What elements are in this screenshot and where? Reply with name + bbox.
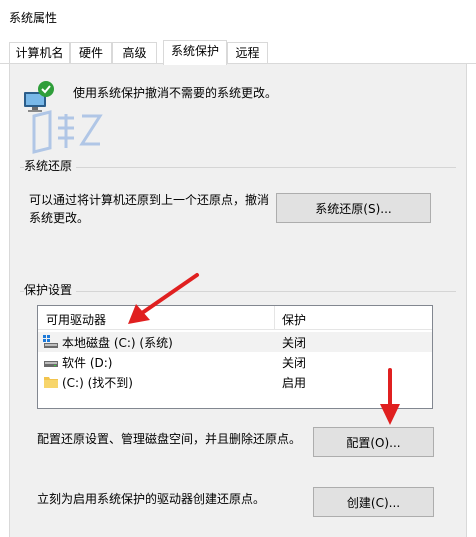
restore-section-divider: [20, 167, 456, 168]
column-header-protection[interactable]: 保护: [282, 311, 306, 328]
tab-hardware[interactable]: 硬件: [70, 42, 112, 64]
tab-advanced[interactable]: 高级: [112, 42, 157, 64]
tab-system-protection[interactable]: 系统保护: [163, 40, 227, 65]
drive-status: 关闭: [282, 356, 307, 370]
create-button[interactable]: 创建(C)...: [313, 487, 434, 517]
drive-status: 启用: [282, 376, 307, 390]
drive-name: (C:) (找不到): [62, 376, 133, 390]
column-separator[interactable]: [274, 306, 275, 330]
tab-strip: 计算机名 硬件 高级 系统保护 远程: [0, 40, 476, 65]
window-title: 系统属性: [9, 11, 58, 25]
protection-section-title: 保护设置: [24, 281, 77, 298]
tab-remote[interactable]: 远程: [227, 42, 268, 64]
system-restore-button[interactable]: 系统还原(S)...: [276, 193, 431, 223]
folder-icon: [44, 377, 58, 388]
drive-name: 软件 (D:): [62, 356, 113, 370]
title-bar: 系统属性: [0, 0, 476, 34]
protection-section-divider: [20, 291, 456, 292]
restore-description-line1: 可以通过将计算机还原到上一个还原点，撤消: [29, 193, 270, 207]
system-drive-icon: [43, 335, 58, 348]
column-header-drives[interactable]: 可用驱动器: [46, 311, 106, 328]
restore-description-line2: 系统更改。: [29, 211, 90, 225]
watermark-logo-icon: [32, 110, 103, 154]
drive-list[interactable]: 可用驱动器 保护 本地磁盘 (C:) (系统) 关闭 软件 (D:) 关闭 (C…: [37, 305, 433, 409]
drive-row-c-system[interactable]: 本地磁盘 (C:) (系统) 关闭: [38, 332, 432, 352]
restore-description: 可以通过将计算机还原到上一个还原点，撤消 系统更改。: [29, 191, 279, 227]
drive-row-c-missing[interactable]: (C:) (找不到) 启用: [38, 372, 432, 392]
tab-computer-name[interactable]: 计算机名: [9, 42, 70, 64]
drive-name: 本地磁盘 (C:) (系统): [62, 336, 173, 350]
hard-drive-icon: [44, 361, 58, 367]
intro-text: 使用系统保护撤消不需要的系统更改。: [73, 86, 278, 100]
configure-button[interactable]: 配置(O)...: [313, 427, 434, 457]
restore-section-title: 系统还原: [24, 157, 77, 174]
drive-list-header: 可用驱动器 保护: [38, 306, 432, 330]
create-description: 立刻为启用系统保护的驱动器创建还原点。: [37, 492, 266, 506]
drive-status: 关闭: [282, 336, 307, 350]
drive-row-d-software[interactable]: 软件 (D:) 关闭: [38, 352, 432, 372]
configure-description: 配置还原设置、管理磁盘空间，并且删除还原点。: [37, 432, 302, 446]
